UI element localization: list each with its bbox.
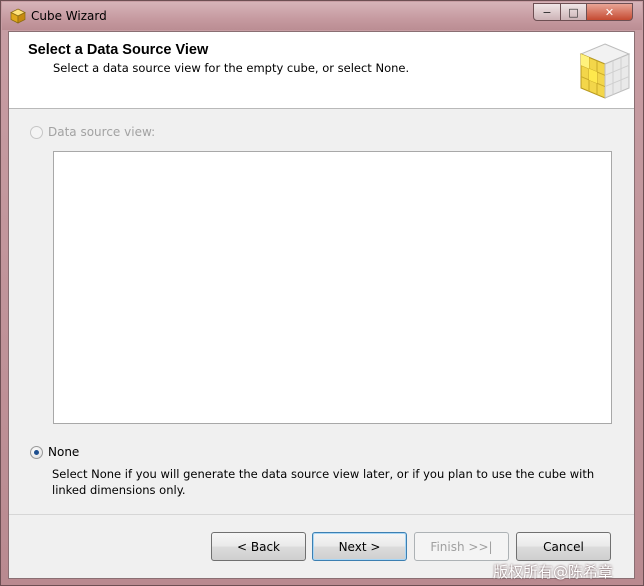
minimize-button[interactable]: −	[533, 3, 561, 21]
title-bar[interactable]: Cube Wizard − □ ✕	[2, 2, 642, 30]
maximize-icon: □	[568, 5, 579, 19]
wizard-client-area: Select a Data Source View Select a data …	[8, 31, 635, 579]
back-button[interactable]: < Back	[211, 532, 306, 561]
none-description: Select None if you will generate the dat…	[52, 467, 595, 497]
minimize-icon: −	[542, 5, 552, 19]
cube-app-icon	[10, 8, 26, 24]
data-source-view-list[interactable]	[53, 151, 612, 424]
next-button[interactable]: Next >	[312, 532, 407, 561]
page-title: Select a Data Source View	[28, 42, 209, 58]
none-radio[interactable]	[30, 446, 43, 459]
copyright-watermark: 版权所有@陈希章	[493, 563, 614, 581]
close-button[interactable]: ✕	[586, 3, 633, 21]
cube-wizard-window: Cube Wizard − □ ✕ Select a Data Source V…	[0, 0, 644, 586]
cube-icon	[579, 43, 631, 99]
cancel-button[interactable]: Cancel	[516, 532, 611, 561]
none-label: None	[48, 445, 80, 459]
maximize-button[interactable]: □	[560, 3, 587, 21]
finish-button[interactable]: Finish >>|	[414, 532, 509, 561]
window-title: Cube Wizard	[31, 9, 107, 23]
page-subtitle: Select a data source view for the empty …	[53, 61, 410, 75]
wizard-header: Select a Data Source View Select a data …	[9, 32, 634, 109]
data-source-view-radio[interactable]	[30, 126, 43, 139]
data-source-view-label: Data source view:	[48, 125, 156, 139]
close-icon: ✕	[604, 5, 615, 19]
footer-divider	[9, 514, 634, 515]
